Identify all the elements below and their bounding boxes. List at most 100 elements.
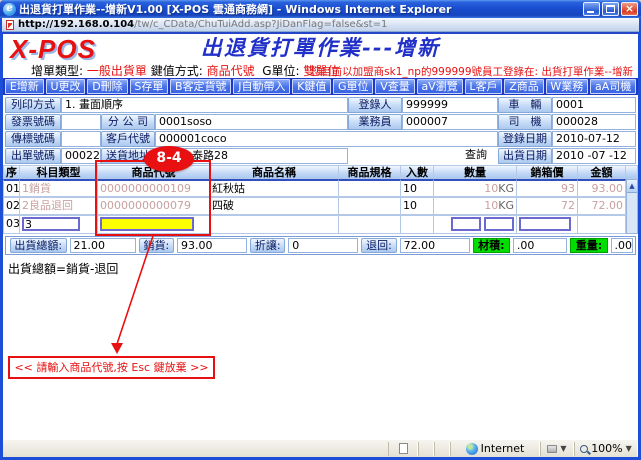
toolbar-button-key-value[interactable]: K鍵值 xyxy=(292,79,331,94)
invoice-no-label: 發票號碼 xyxy=(5,114,61,130)
unit-mode-label: G單位: xyxy=(262,64,299,78)
page-load-icon xyxy=(6,20,14,30)
delivery-address-label: 送貨地址 xyxy=(101,148,155,164)
address-bar[interactable]: http://192.168.0.104/tw/c_CData/ChuTuiAd… xyxy=(2,18,639,32)
row1-name: 紅秋姑 xyxy=(210,179,339,197)
discount-label: 折讓: xyxy=(250,238,285,253)
toolbar-button-browse[interactable]: aV瀏覽 xyxy=(417,79,463,94)
fax-no-field[interactable] xyxy=(61,131,101,147)
title-bar: e 出退貨打單作業--增新V1.00 [X-POS 雲通商務網] - Windo… xyxy=(0,0,641,18)
row1-spec xyxy=(339,179,401,197)
discount-field: 0 xyxy=(288,238,358,253)
col-seq: 序 xyxy=(3,165,20,179)
col-amount: 金額 xyxy=(578,165,626,179)
delivery-address-field[interactable]: 新 泰路28 xyxy=(155,148,348,164)
volume-label: 材積: xyxy=(473,238,510,253)
qty-input[interactable] xyxy=(451,217,481,231)
row2-qty: 10KG xyxy=(434,197,517,215)
table-scrollbar[interactable]: ▲ xyxy=(626,179,638,234)
toolbar-button-sales[interactable]: W業務 xyxy=(546,79,589,94)
customer-code-label: 客戶代號 xyxy=(101,131,155,147)
volume-field: .00 xyxy=(513,238,568,253)
order-no-field[interactable]: 000227 xyxy=(61,148,101,164)
col-spec: 商品規格 xyxy=(339,165,401,179)
fax-no-label: 傳標號碼 xyxy=(5,131,61,147)
internet-explorer-icon: e xyxy=(3,3,16,16)
query-button[interactable]: 查詢 xyxy=(455,148,497,164)
vehicle-label: 車 輛 xyxy=(498,97,552,113)
row2-name: 四破 xyxy=(210,197,339,215)
magnifier-icon xyxy=(580,445,588,453)
row1-seq: 01 xyxy=(3,179,20,197)
row1-type: 1銷貨 xyxy=(20,179,98,197)
toolbar-button-custom-code[interactable]: B客定貨號 xyxy=(170,79,231,94)
branch-field[interactable]: 0001soso xyxy=(155,114,348,130)
unit-input[interactable] xyxy=(484,217,514,231)
vehicle-field[interactable]: 0001 xyxy=(552,97,636,113)
key-mode-label: 鍵值方式: xyxy=(151,64,203,78)
toolbar-button-customer[interactable]: L客戶 xyxy=(465,79,503,94)
row2-type: 2良品退回 xyxy=(20,197,98,215)
order-no-label: 出單號碼 xyxy=(5,148,61,164)
close-button[interactable]: × xyxy=(621,2,638,16)
toolbar-button-save[interactable]: S存單 xyxy=(130,79,169,94)
col-price: 銷箱價 xyxy=(517,165,578,179)
row2-price: 72 xyxy=(517,197,578,215)
zone-label: Internet xyxy=(481,442,525,455)
price-input[interactable] xyxy=(519,217,571,231)
status-page-panel xyxy=(388,442,418,456)
row3-price-cell xyxy=(517,215,578,234)
summary-bar: 出貨總額: 21.00 銷貨: 93.00 折讓: 0 退回: 72.00 材積… xyxy=(5,236,636,255)
toolbar-button-unit[interactable]: G單位 xyxy=(333,79,373,94)
total-label: 出貨總額: xyxy=(10,238,67,253)
scroll-up-icon[interactable]: ▲ xyxy=(627,180,637,193)
ship-date-field[interactable]: 2010 -07 -12 xyxy=(552,148,636,164)
toolbar-button-edit[interactable]: U更改 xyxy=(46,79,86,94)
window-title: 出退貨打單作業--增新V1.00 [X-POS 雲通商務網] - Windows… xyxy=(19,1,583,17)
customer-code-field[interactable]: 000001coco xyxy=(155,131,498,147)
col-name: 商品名稱 xyxy=(210,165,339,179)
type-input[interactable] xyxy=(22,217,80,231)
col-qty: 數量 xyxy=(434,165,517,179)
hint-message: << 請輸入商品代號,按 Esc 鍵放棄 >> xyxy=(8,356,215,379)
status-bar: Internet ▼ 100% ▼ xyxy=(3,439,638,457)
driver-label: 司 機 xyxy=(498,114,552,130)
salesman-field[interactable]: 000007 xyxy=(402,114,498,130)
toolbar-button-delete[interactable]: D刪除 xyxy=(87,79,127,94)
row1-qty: 10KG xyxy=(434,179,517,197)
security-zone-panel: Internet xyxy=(450,442,540,456)
table-header-row: 序 科目類型 商品代號 商品名稱 商品規格 入數 數量 銷箱價 金額 xyxy=(3,165,638,179)
toolbar-button-driver[interactable]: aA司機 xyxy=(590,79,636,94)
print-method-field[interactable]: 1. 畫面順序 xyxy=(61,97,348,113)
driver-field[interactable]: 000028 xyxy=(552,114,636,130)
toolbar-button-add[interactable]: E增新 xyxy=(5,79,44,94)
toolbar-button-query-qty[interactable]: V查量 xyxy=(375,79,414,94)
table-row: 02 2良品退回 0000000000079 四破 10 10KG 72 72.… xyxy=(3,197,638,215)
row3-type-cell xyxy=(20,215,98,234)
maximize-icon xyxy=(606,5,615,13)
invoice-no-field[interactable] xyxy=(61,114,101,130)
row2-spec xyxy=(339,197,401,215)
row3-code-cell xyxy=(98,215,210,234)
register-date-field[interactable]: 2010-07-12 xyxy=(552,131,636,147)
minimize-button[interactable] xyxy=(583,2,600,16)
toolbar-button-auto-fill[interactable]: J自動帶入 xyxy=(233,79,290,94)
sales-field: 93.00 xyxy=(177,238,247,253)
url-text[interactable]: http://192.168.0.104/tw/c_CData/ChuTuiAd… xyxy=(18,19,387,30)
meta-line: 增單類型: 一般出貨單 鍵值方式: 商品代號 G單位: 雙單位 您目前以加盟商s… xyxy=(3,62,638,77)
maximize-button[interactable] xyxy=(602,2,619,16)
toolbar-button-product[interactable]: Z商品 xyxy=(504,79,543,94)
row2-code: 0000000000079 xyxy=(98,197,210,215)
zoom-control[interactable]: 100% ▼ xyxy=(574,442,638,456)
weight-field: .00 xyxy=(611,238,634,253)
row1-code: 0000000000109 xyxy=(98,179,210,197)
row2-seq: 02 xyxy=(3,197,20,215)
page-title: 出退貨打單作業---增新 xyxy=(3,36,638,60)
phishing-filter-button[interactable]: ▼ xyxy=(540,442,574,456)
registrant-field[interactable]: 999999 xyxy=(402,97,498,113)
total-field: 21.00 xyxy=(70,238,136,253)
weight-label: 重量: xyxy=(570,238,607,253)
product-code-input[interactable] xyxy=(100,217,194,231)
toolbar: E增新 U更改 D刪除 S存單 B客定貨號 J自動帶入 K鍵值 G單位 V查量 … xyxy=(3,78,638,95)
col-type: 科目類型 xyxy=(20,165,98,179)
